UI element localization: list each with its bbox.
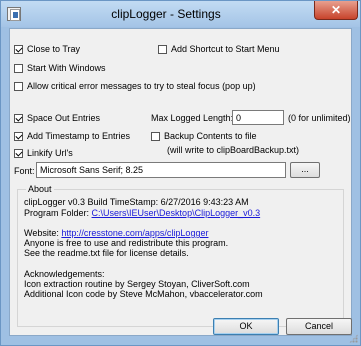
max-length-note: (0 for unlimited) xyxy=(288,113,351,123)
add-timestamp-checkbox[interactable]: Add Timestamp to Entries xyxy=(14,131,130,141)
program-folder-link[interactable]: C:\Users\IEUser\Desktop\ClipLogger_v0.3 xyxy=(92,208,261,218)
free-line: Anyone is free to use and redistribute t… xyxy=(24,238,229,248)
license-line: See the readme.txt file for license deta… xyxy=(24,248,189,258)
checkbox-box[interactable] xyxy=(14,148,23,158)
start-with-windows-checkbox[interactable]: Start With Windows xyxy=(14,63,106,73)
checkbox-box[interactable] xyxy=(151,131,160,141)
close-to-tray-checkbox[interactable]: Close to Tray xyxy=(14,44,80,54)
settings-window: clipLogger - Settings ✕ Close to Tray Ad… xyxy=(0,0,361,346)
about-group-title: About xyxy=(26,184,54,194)
space-out-entries-checkbox[interactable]: Space Out Entries xyxy=(14,113,100,123)
website-link[interactable]: http://cresstone.com/apps/clipLogger xyxy=(61,228,208,238)
checkbox-box[interactable] xyxy=(14,44,23,54)
allow-critical-errors-checkbox[interactable]: Allow critical error messages to try to … xyxy=(14,81,256,91)
add-shortcut-checkbox[interactable]: Add Shortcut to Start Menu xyxy=(158,44,280,54)
program-folder-line: Program Folder: C:\Users\IEUser\Desktop\… xyxy=(24,208,260,218)
acknowledgement-line-2: Additional Icon code by Steve McMahon, v… xyxy=(24,289,263,299)
checkbox-box[interactable] xyxy=(14,63,23,73)
window-title: clipLogger - Settings xyxy=(111,7,221,21)
font-browse-button[interactable]: ... xyxy=(290,162,320,178)
close-to-tray-label: Close to Tray xyxy=(27,44,81,54)
backup-note: (will write to clipBoardBackup.txt) xyxy=(167,145,300,155)
backup-contents-checkbox[interactable]: Backup Contents to file xyxy=(151,131,257,141)
max-length-input[interactable]: 0 xyxy=(232,110,284,125)
checkbox-box[interactable] xyxy=(14,81,23,91)
cancel-button[interactable]: Cancel xyxy=(286,318,352,335)
add-timestamp-label: Add Timestamp to Entries xyxy=(27,131,131,141)
linkify-urls-label: Linkify Url's xyxy=(27,148,73,158)
ok-button[interactable]: OK xyxy=(213,318,279,335)
font-input[interactable]: Microsoft Sans Serif; 8.25 xyxy=(36,162,286,178)
checkbox-box[interactable] xyxy=(14,131,23,141)
acknowledgements-title: Acknowledgements: xyxy=(24,269,105,279)
program-folder-label: Program Folder: xyxy=(24,208,90,218)
acknowledgement-line-1: Icon extraction routine by Sergey Stoyan… xyxy=(24,279,250,289)
linkify-urls-checkbox[interactable]: Linkify Url's xyxy=(14,148,73,158)
about-group: About clipLogger v0.3 Build TimeStamp: 6… xyxy=(17,184,344,327)
version-line: clipLogger v0.3 Build TimeStamp: 6/27/20… xyxy=(24,197,249,207)
website-label: Website: xyxy=(24,228,59,238)
max-length-label: Max Logged Length: xyxy=(151,113,234,123)
allow-critical-errors-label: Allow critical error messages to try to … xyxy=(27,81,256,91)
font-label: Font: xyxy=(14,166,35,176)
website-line: Website: http://cresstone.com/apps/clipL… xyxy=(24,228,208,238)
checkbox-box[interactable] xyxy=(14,113,23,123)
add-shortcut-label: Add Shortcut to Start Menu xyxy=(171,44,280,54)
title-bar[interactable]: clipLogger - Settings ✕ xyxy=(1,1,360,27)
checkbox-box[interactable] xyxy=(158,44,167,54)
close-button[interactable]: ✕ xyxy=(314,1,358,20)
space-out-entries-label: Space Out Entries xyxy=(27,113,101,123)
start-with-windows-label: Start With Windows xyxy=(27,63,106,73)
backup-contents-label: Backup Contents to file xyxy=(164,131,257,141)
settings-panel: Close to Tray Add Shortcut to Start Menu… xyxy=(9,28,352,336)
